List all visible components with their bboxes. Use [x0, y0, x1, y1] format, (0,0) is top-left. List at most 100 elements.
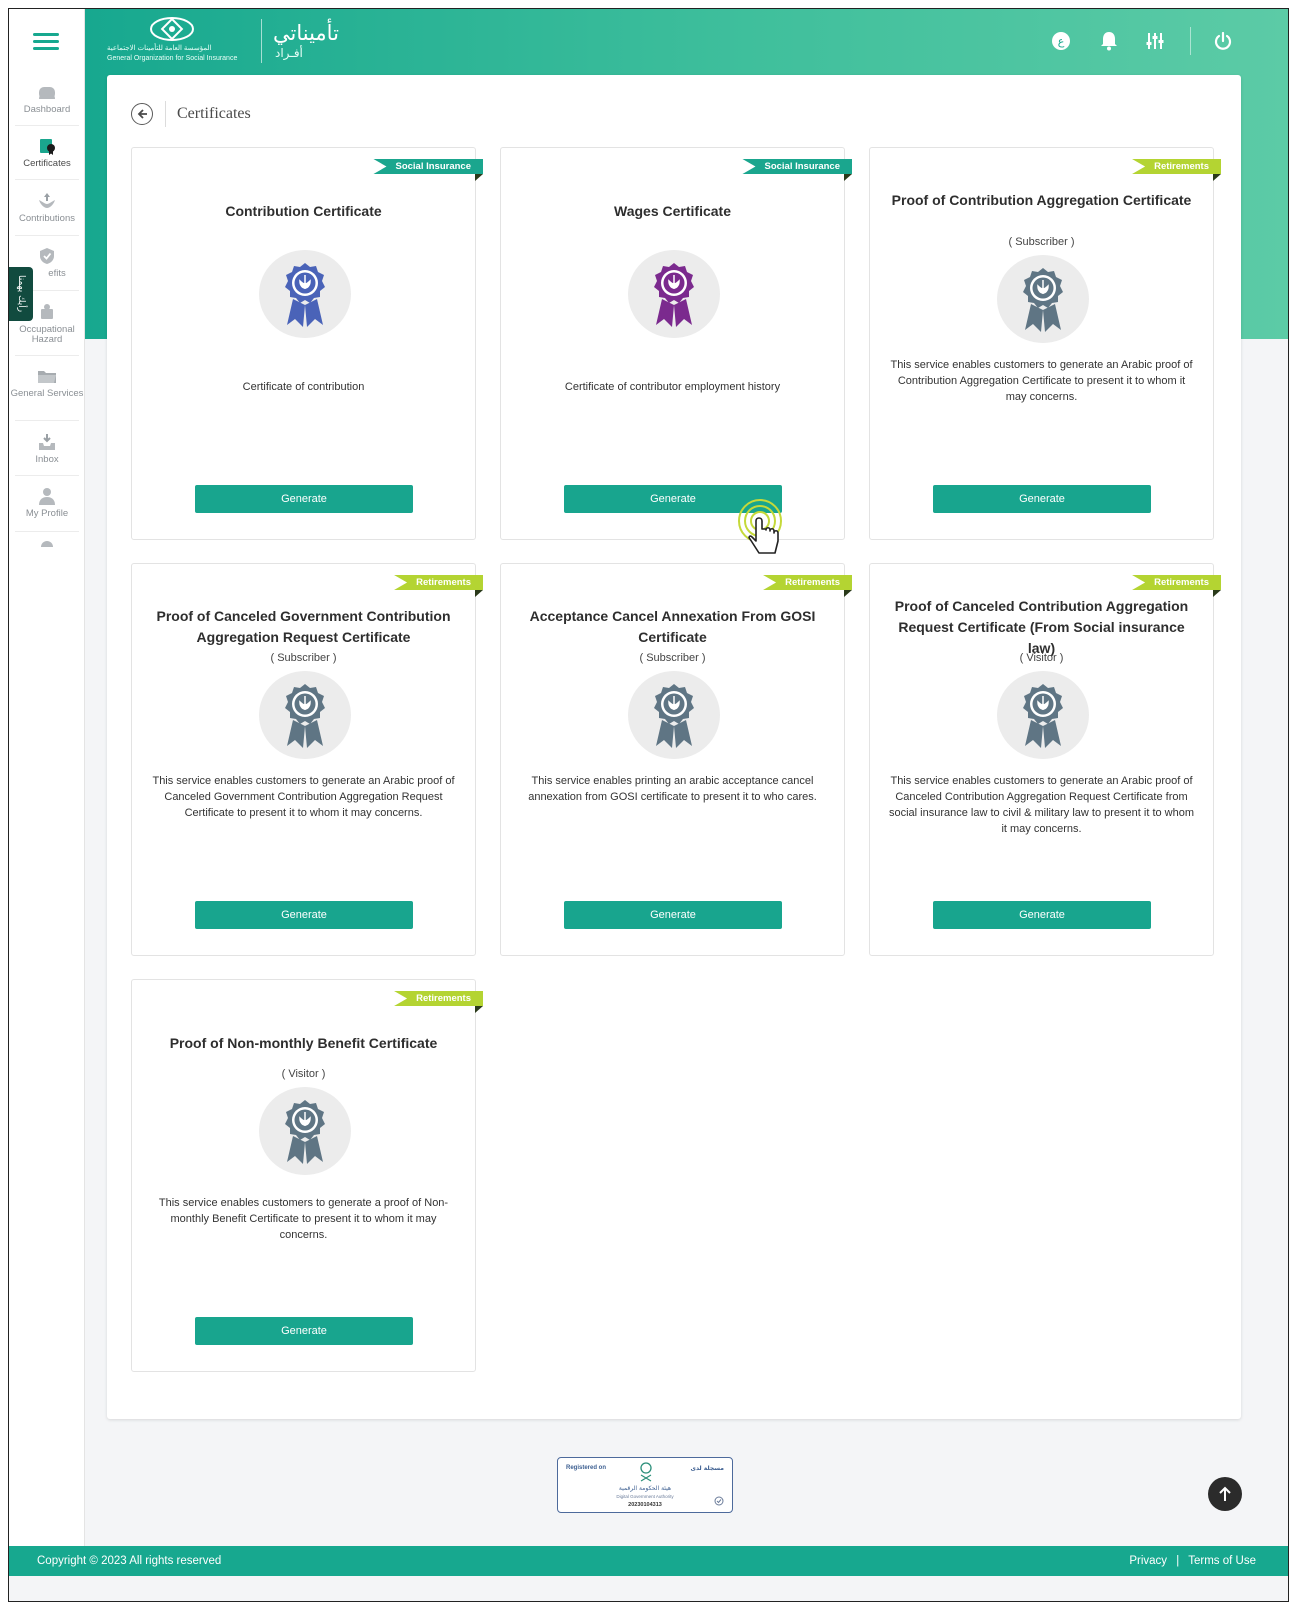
certificate-card: Retirements Proof of Contribution Aggrega…	[869, 147, 1221, 540]
medal-icon	[997, 255, 1089, 343]
generate-button[interactable]: Generate	[195, 1317, 413, 1345]
generate-button[interactable]: Generate	[564, 901, 782, 929]
card-title: Proof of Contribution Aggregation Certif…	[891, 192, 1192, 208]
certificate-card: Retirements Proof of Canceled Government …	[131, 563, 483, 956]
sidebar-item-contributions[interactable]: Contributions	[9, 192, 85, 224]
scroll-to-top-button[interactable]	[1208, 1477, 1242, 1511]
sidebar-divider	[15, 125, 79, 126]
badge-right-label: مسجلة لدى	[690, 1465, 724, 1472]
card-title: Proof of Canceled Government Contributio…	[156, 608, 451, 645]
card-description: This service enables printing an arabic …	[528, 775, 817, 803]
certificate-card: Retirements Proof of Canceled Contributio…	[869, 563, 1221, 956]
badge-registration-id: 20230104313	[628, 1502, 662, 1508]
sidebar-divider	[15, 420, 79, 421]
badge-left-label: Registered on	[566, 1465, 607, 1471]
certificate-card: Social Insurance Contribution Certificate…	[131, 147, 483, 540]
inbox-icon	[39, 434, 55, 450]
sidebar-item-occupational-hazard[interactable]: Occupational Hazard	[9, 303, 85, 345]
card-title: Proof of Canceled Contribution Aggregati…	[894, 598, 1189, 656]
arrow-up-icon	[1219, 1486, 1231, 1501]
privacy-link[interactable]: Privacy	[1129, 1555, 1167, 1567]
card-subtitle: ( Subscriber )	[1008, 236, 1075, 248]
card-description: This service enables customers to genera…	[888, 775, 1195, 835]
badge-authority-english: Digital Government Authority	[616, 1494, 674, 1499]
category-tag: Retirements	[394, 575, 483, 590]
card-subtitle: ( Subscriber )	[270, 652, 337, 664]
language-icon[interactable]: ع	[1049, 29, 1073, 53]
card-description: Certificate of contribution	[242, 381, 365, 393]
category-tag: Retirements	[1132, 575, 1221, 590]
card-subtitle: ( Visitor )	[1019, 652, 1064, 664]
title-divider	[165, 101, 166, 127]
app-subtitle: أفـراد	[275, 46, 303, 60]
footer-separator: |	[1176, 1555, 1180, 1567]
svg-text:ع: ع	[1058, 35, 1065, 48]
sidebar-item-label: General Services	[10, 388, 84, 399]
card-title: Acceptance Cancel Annexation From GOSI C…	[529, 608, 816, 645]
back-button[interactable]	[131, 103, 153, 125]
generate-button[interactable]: Generate	[933, 485, 1151, 513]
sidebar-item-my-profile[interactable]: My Profile	[9, 487, 85, 519]
medal-icon	[259, 671, 351, 759]
arrow-left-icon	[137, 109, 147, 119]
ribbon-fold	[844, 174, 852, 181]
header-divider	[1190, 27, 1191, 55]
medal-icon	[997, 671, 1089, 759]
benefits-icon	[40, 248, 54, 264]
settings-sliders-icon[interactable]	[1143, 29, 1167, 53]
category-tag: Retirements	[1132, 159, 1221, 174]
ribbon-fold	[844, 590, 852, 597]
certificate-icon	[40, 139, 55, 155]
dga-registration-badge[interactable]: Registered on مسجلة لدى هيئة الحكومة الر…	[557, 1457, 733, 1513]
sidebar-item-label: Contributions	[19, 213, 75, 224]
card-description: This service enables customers to genera…	[890, 359, 1193, 403]
sidebar-divider	[15, 531, 79, 532]
verified-icon	[714, 1496, 724, 1506]
sidebar-item-label: efits	[48, 268, 66, 279]
logo-divider	[261, 19, 262, 63]
category-tag: Social Insurance	[373, 159, 483, 174]
sidebar-item-certificates[interactable]: Certificates	[9, 137, 85, 169]
menu-toggle-icon[interactable]	[33, 33, 59, 50]
category-tag: Retirements	[394, 991, 483, 1006]
card-description: Certificate of contributor employment hi…	[564, 381, 781, 393]
sidebar-item-label: Dashboard	[23, 104, 71, 115]
ribbon-fold	[1213, 590, 1221, 597]
category-tag: Social Insurance	[742, 159, 852, 174]
card-subtitle: ( Subscriber )	[639, 652, 706, 664]
sidebar-item-inbox[interactable]: Inbox	[9, 433, 85, 465]
org-name-arabic: المؤسسة العامة للتأمينات الاجتماعية	[107, 45, 212, 52]
medal-icon	[628, 250, 720, 338]
sidebar-item-dashboard[interactable]: Dashboard	[9, 83, 85, 115]
sidebar-divider	[15, 235, 79, 236]
medal-icon	[259, 1087, 351, 1175]
dashboard-icon	[39, 87, 55, 99]
pointer-hand-icon	[738, 499, 782, 554]
page-title: Certificates	[177, 105, 251, 122]
copyright-text: Copyright © 2023 All rights reserved	[37, 1555, 222, 1567]
generate-button[interactable]: Generate	[195, 485, 413, 513]
terms-link[interactable]: Terms of Use	[1188, 1555, 1256, 1567]
bell-icon[interactable]	[1097, 29, 1121, 53]
medal-icon	[259, 250, 351, 338]
generate-button[interactable]: Generate	[933, 901, 1151, 929]
card-title: Wages Certificate	[614, 203, 731, 219]
sidebar-item-label: Inbox	[35, 454, 59, 465]
certificate-card: Social Insurance Wages Certificate Certifi…	[500, 147, 852, 540]
gosi-logo-icon	[150, 17, 194, 41]
category-tag: Retirements	[763, 575, 852, 590]
ribbon-fold	[475, 1006, 483, 1013]
sidebar-item-general-services[interactable]: General Services	[9, 367, 85, 399]
org-name-english: General Organization for Social Insuranc…	[107, 55, 238, 62]
ribbon-fold	[475, 174, 483, 181]
certificate-card: Retirements Proof of Non-monthly Benefit …	[131, 979, 483, 1372]
folder-icon	[38, 371, 56, 383]
generate-button[interactable]: Generate	[195, 901, 413, 929]
certificate-card: Retirements Acceptance Cancel Annexation …	[500, 563, 852, 956]
sidebar-item-label: Occupational Hazard	[19, 324, 75, 345]
app-title: تأميناتي	[273, 21, 339, 45]
profile-icon	[39, 488, 55, 505]
dga-emblem-icon	[640, 1462, 652, 1482]
top-header: المؤسسة العامة للتأمينات الاجتماعية Gene…	[85, 9, 1288, 71]
power-icon[interactable]	[1211, 29, 1235, 53]
